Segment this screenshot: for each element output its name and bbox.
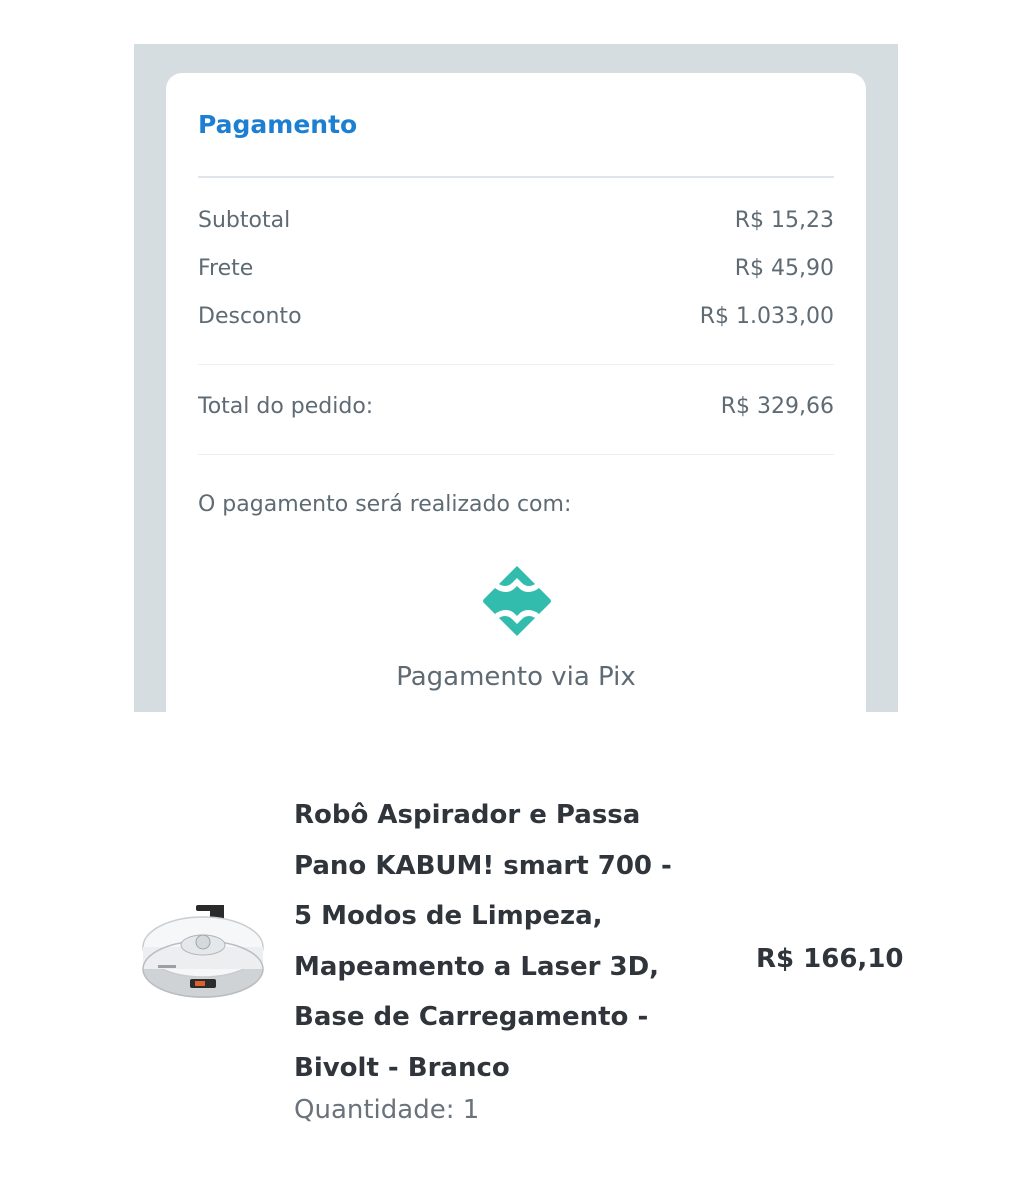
payment-method-intro: O pagamento será realizado com: xyxy=(198,492,572,517)
robot-vacuum-image xyxy=(142,905,264,998)
product-price: R$ 166,10 xyxy=(756,944,904,974)
summary-divider xyxy=(198,364,834,365)
product-title-line: Mapeamento a Laser 3D, xyxy=(294,951,660,982)
shipping-label: Frete xyxy=(198,256,254,281)
subtotal-value: R$ 15,23 xyxy=(734,208,834,233)
total-label: Total do pedido: xyxy=(198,394,374,419)
product-title[interactable]: Robô Aspirador e Passa Pano KABUM! smart… xyxy=(294,790,724,1093)
payment-title: Pagamento xyxy=(198,110,358,139)
product-title-line: 5 Modos de Limpeza, xyxy=(294,901,603,931)
discount-label: Desconto xyxy=(198,304,302,329)
subtotal-label: Subtotal xyxy=(198,208,291,233)
product-title-line: Robô Aspirador e Passa xyxy=(294,800,641,830)
subtotal-row: Subtotal R$ 15,23 xyxy=(198,208,834,233)
shipping-value: R$ 45,90 xyxy=(734,256,834,281)
payment-method-label: Pagamento via Pix xyxy=(396,662,636,692)
product-title-line: Pano KABUM! smart 700 - xyxy=(294,850,672,881)
product-title-line: Base de Carregamento - xyxy=(294,1002,649,1032)
title-divider xyxy=(198,176,834,178)
total-value: R$ 329,66 xyxy=(720,394,834,419)
shipping-row: Frete R$ 45,90 xyxy=(198,256,834,281)
product-quantity: Quantidade: 1 xyxy=(294,1095,480,1125)
discount-value: R$ 1.033,00 xyxy=(699,304,834,329)
total-divider xyxy=(198,454,834,455)
product-title-line: Bivolt - Branco xyxy=(294,1052,510,1083)
total-row: Total do pedido: R$ 329,66 xyxy=(198,394,834,419)
discount-row: Desconto R$ 1.033,00 xyxy=(198,304,834,329)
pix-icon xyxy=(483,566,551,636)
